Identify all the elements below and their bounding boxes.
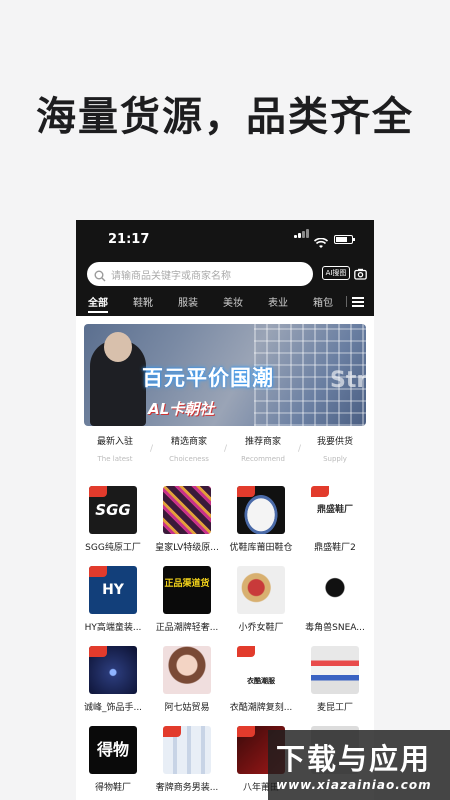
wifi-icon [313, 234, 329, 253]
store-card[interactable]: 得物 得物鞋厂 [76, 726, 150, 793]
tab-shoes[interactable]: 鞋靴 [133, 294, 153, 309]
promo-banner[interactable]: 百元平价国潮 AL卡朝社 Str [84, 324, 366, 426]
banner-subtitle: AL卡朝社 [148, 400, 215, 418]
watermark: 下载与应用 www.xiazainiao.com [268, 730, 450, 800]
quick-links: 最新入驻 The latest / 精选商家 Choiceness / 推荐商家… [76, 434, 374, 474]
headline: 海量货源，品类齐全 [36, 94, 414, 140]
quick-supply[interactable]: 我要供货 Supply [298, 434, 372, 463]
store-card[interactable]: 鼎盛鞋厂 鼎盛鞋厂2 [298, 486, 372, 553]
store-name: 衣酷潮牌复刻... [229, 703, 293, 713]
store-name: 麦昆工厂 [316, 703, 353, 713]
store-card[interactable]: HY HY高端童装... [76, 566, 150, 633]
search-placeholder: 请输商品关键字或商家名称 [111, 271, 231, 282]
search-input[interactable]: 请输商品关键字或商家名称 [87, 262, 313, 286]
store-logo: HY [89, 566, 137, 614]
quick-latest[interactable]: 最新入驻 The latest [78, 434, 152, 463]
watermark-url: www.xiazainiao.com [276, 778, 432, 792]
store-logo [237, 486, 285, 534]
quick-title: 精选商家 [170, 437, 207, 447]
store-name: 得物鞋厂 [94, 783, 131, 793]
quick-title: 推荐商家 [244, 437, 281, 447]
store-name: 奢牌商务男装... [155, 783, 219, 793]
store-logo [237, 566, 285, 614]
store-name: SGG纯原工厂 [85, 543, 141, 553]
store-logo: 衣酷潮服 [237, 646, 285, 694]
tab-bags[interactable]: 箱包 [313, 294, 333, 309]
quick-choiceness[interactable]: 精选商家 Choiceness [152, 434, 226, 463]
store-name: 鼎盛鞋厂2 [314, 543, 356, 553]
store-card[interactable]: 皇家LV特级原... [150, 486, 224, 553]
store-card[interactable]: 优鞋库莆田鞋仓 [224, 486, 298, 553]
battery-icon [334, 235, 355, 244]
store-logo: 得物 [89, 726, 137, 774]
search-icon [94, 267, 106, 286]
tabs-divider [346, 296, 347, 307]
store-card[interactable]: 毒角兽SNEA... [298, 566, 372, 633]
camera-icon[interactable] [354, 265, 367, 284]
quick-sub: Supply [323, 455, 347, 463]
store-name: 皇家LV特级原... [155, 543, 219, 553]
model-head-image [104, 332, 132, 362]
quick-sub: Recommend [241, 455, 285, 463]
store-card[interactable]: 诚峰_饰品手... [76, 646, 150, 713]
store-card[interactable]: 正品渠道货 正品潮牌轻奢... [150, 566, 224, 633]
store-card[interactable]: 小乔女鞋厂 [224, 566, 298, 633]
store-logo [311, 646, 359, 694]
store-name: 优鞋库莆田鞋仓 [229, 543, 293, 553]
store-card[interactable]: 麦昆工厂 [298, 646, 372, 713]
quick-title: 我要供货 [316, 437, 353, 447]
store-card[interactable]: 衣酷潮服 衣酷潮牌复刻... [224, 646, 298, 713]
quick-sub: The latest [97, 455, 133, 463]
status-bar: 21:17 [76, 220, 374, 260]
store-logo [89, 646, 137, 694]
tab-clothing[interactable]: 服装 [178, 294, 198, 309]
store-name: 阿七姑贸易 [164, 703, 210, 713]
store-name: 正品潮牌轻奢... [155, 623, 219, 633]
store-card[interactable]: SGG SGG纯原工厂 [76, 486, 150, 553]
store-name: HY高端童装... [84, 623, 142, 633]
store-logo [163, 646, 211, 694]
store-logo [163, 486, 211, 534]
store-card[interactable]: 奢牌商务男装... [150, 726, 224, 793]
tab-all[interactable]: 全部 [88, 294, 108, 309]
store-name: 诚峰_饰品手... [83, 703, 143, 713]
store-logo: SGG [89, 486, 137, 534]
phone-screen: 21:17 请输商品关键字或商家名称 AI搜图 全部 鞋靴 服装 美妆 表业 箱… [76, 220, 374, 800]
tab-cosmetics[interactable]: 美妆 [223, 294, 243, 309]
ai-image-search-button[interactable]: AI搜图 [322, 266, 350, 280]
store-logo: 鼎盛鞋厂 [311, 486, 359, 534]
store-name: 小乔女鞋厂 [238, 623, 284, 633]
active-tab-indicator [88, 311, 108, 313]
banner-corner-text: Str [330, 368, 366, 393]
tab-watches[interactable]: 表业 [268, 294, 288, 309]
store-logo [311, 566, 359, 614]
store-name: 毒角兽SNEA... [305, 623, 365, 633]
quick-title: 最新入驻 [96, 437, 133, 447]
quick-sub: Choiceness [169, 455, 209, 463]
store-logo [163, 726, 211, 774]
store-logo: 正品渠道货 [163, 566, 211, 614]
quick-recommend[interactable]: 推荐商家 Recommend [226, 434, 300, 463]
menu-icon[interactable] [352, 297, 364, 309]
watermark-title: 下载与应用 [276, 742, 432, 776]
banner-title: 百元平价国潮 [142, 366, 274, 390]
store-card[interactable]: 阿七姑贸易 [150, 646, 224, 713]
category-tabs: 全部 鞋靴 服装 美妆 表业 箱包 [76, 294, 374, 316]
status-time: 21:17 [108, 232, 150, 247]
